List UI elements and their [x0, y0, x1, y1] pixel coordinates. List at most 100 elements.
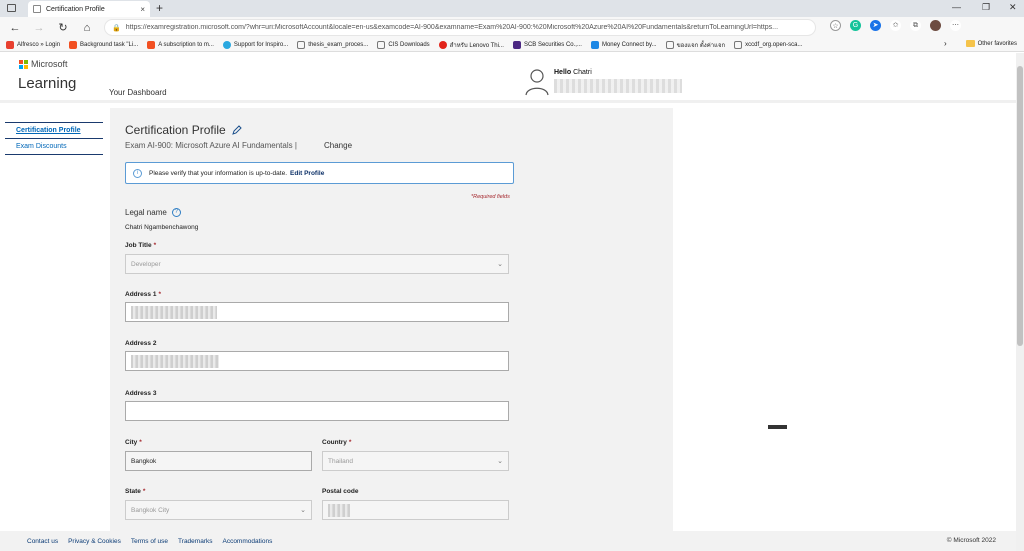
bookmark-item[interactable]: Money Connect by...: [590, 40, 657, 49]
edit-pencil-icon[interactable]: [231, 125, 242, 135]
extension-icon[interactable]: ➤: [870, 20, 881, 31]
bookmark-item[interactable]: Background task "Li...: [69, 40, 138, 49]
microsoft-logo-icon[interactable]: [19, 60, 28, 69]
address1-field[interactable]: [125, 302, 509, 322]
state-select[interactable]: Bangkok City ⌄: [125, 500, 312, 520]
postal-code-label: Postal code: [322, 488, 359, 495]
notice-text: Please verify that your information is u…: [149, 169, 288, 177]
learn-favicon-icon: [33, 5, 41, 13]
postal-code-redacted: [328, 503, 350, 517]
country-select[interactable]: Thailand ⌄: [322, 451, 509, 471]
address-bar[interactable]: 🔒 https://examregistration.microsoft.com…: [104, 19, 816, 36]
chevron-down-icon: ⌄: [497, 261, 503, 268]
dashboard-link[interactable]: Your Dashboard: [109, 88, 167, 97]
chevron-right-icon[interactable]: ›: [944, 39, 947, 48]
user-avatar-icon[interactable]: [525, 68, 549, 96]
info-icon: i: [133, 168, 142, 178]
address3-label: Address 3: [125, 390, 157, 397]
bookmarks-bar: Alfresco » Login Background task "Li... …: [0, 38, 1024, 52]
job-title-select[interactable]: Developer ⌄: [125, 254, 509, 274]
bookmark-item[interactable]: ของแจก ตั้งค่าแจก: [665, 40, 725, 50]
back-icon[interactable]: ←: [3, 22, 27, 34]
bookmark-item[interactable]: xccdf_org.open-sca...: [734, 40, 802, 49]
bookmark-favicon-icon: [6, 40, 14, 49]
minimize-icon[interactable]: —: [952, 2, 961, 12]
profile-form-card: Certification Profile Exam AI-900: Micro…: [110, 108, 673, 531]
side-navigation: Certification Profile Exam Discounts: [5, 122, 103, 155]
browser-toolbar: ← → ↻ ⌂ 🔒 https://examregistration.micro…: [0, 17, 1024, 38]
site-footer: Contact us Privacy & Cookies Terms of us…: [0, 531, 1016, 551]
bookmark-item[interactable]: Support for Inspiro...: [222, 40, 288, 49]
forward-icon[interactable]: →: [27, 22, 51, 34]
close-window-icon[interactable]: ✕: [1009, 2, 1017, 13]
footer-link-trademarks[interactable]: Trademarks: [178, 538, 212, 545]
tab-close-icon[interactable]: ×: [140, 5, 145, 14]
collections-icon[interactable]: ⧉: [910, 20, 921, 31]
greeting: Hello Chatri: [554, 69, 592, 76]
bookmark-favicon-icon: [665, 40, 674, 49]
bookmark-item[interactable]: SCB Securities Co.,...: [512, 40, 582, 49]
bookmark-item[interactable]: CIS Downloads: [377, 40, 430, 49]
bookmark-item[interactable]: สำหรับ Lenovo Thi...: [438, 40, 504, 50]
lock-icon: 🔒: [112, 24, 121, 32]
address1-label: Address 1 *: [125, 291, 161, 298]
address2-redacted: [131, 354, 219, 368]
more-menu-icon[interactable]: ⋯: [950, 20, 961, 31]
favorites-icon[interactable]: ✩: [890, 20, 901, 31]
postal-code-field[interactable]: [322, 500, 509, 520]
folder-icon: [965, 40, 975, 47]
browser-tab[interactable]: Certification Profile ×: [28, 1, 150, 17]
scroll-thumb[interactable]: [1017, 66, 1023, 346]
browser-titlebar: Certification Profile × + — ❐ ✕: [0, 0, 1024, 17]
bookmark-item[interactable]: A subscription to m...: [147, 40, 214, 49]
tab-title: Certification Profile: [46, 5, 105, 13]
new-tab-button[interactable]: +: [156, 1, 163, 15]
state-label: State *: [125, 488, 146, 495]
address1-redacted: [131, 305, 217, 319]
help-icon[interactable]: ?: [171, 208, 181, 217]
sidenav-item-certification-profile[interactable]: Certification Profile: [5, 122, 103, 139]
microsoft-brand[interactable]: Microsoft: [31, 59, 68, 69]
learning-title[interactable]: Learning: [18, 75, 76, 92]
url-text: https://examregistration.microsoft.com/?…: [125, 24, 779, 31]
favorites-star-icon[interactable]: ☆: [830, 20, 841, 31]
city-field[interactable]: Bangkok: [125, 451, 312, 471]
job-title-label: Job Title *: [125, 242, 157, 249]
country-label: Country *: [322, 439, 352, 446]
other-favorites[interactable]: Other favorites: [965, 40, 1017, 47]
bookmark-favicon-icon: [377, 40, 386, 49]
footer-link-terms[interactable]: Terms of use: [131, 538, 168, 545]
copyright: © Microsoft 2022: [946, 537, 996, 544]
legal-name-label: Legal name ?: [125, 208, 181, 217]
refresh-icon[interactable]: ↻: [51, 21, 75, 34]
footer-link-privacy[interactable]: Privacy & Cookies: [68, 538, 121, 545]
page-title-row: Certification Profile: [125, 123, 242, 137]
bookmark-favicon-icon: [590, 40, 599, 49]
verify-info-notice: i Please verify that your information is…: [125, 162, 514, 184]
exam-name: Exam AI-900: Microsoft Azure AI Fundamen…: [125, 141, 297, 150]
edit-profile-link[interactable]: Edit Profile: [290, 170, 324, 177]
tab-actions-icon[interactable]: [7, 4, 16, 12]
bookmark-favicon-icon: [222, 40, 231, 49]
bookmark-item[interactable]: Alfresco » Login: [6, 40, 60, 49]
bookmark-favicon-icon: [147, 40, 156, 49]
address3-field[interactable]: [125, 401, 509, 421]
chevron-down-icon: ⌄: [497, 458, 503, 465]
bookmark-item[interactable]: thesis_exam_proces...: [297, 40, 368, 49]
footer-link-contact[interactable]: Contact us: [27, 538, 58, 545]
grammarly-icon[interactable]: G: [850, 20, 861, 31]
restore-icon[interactable]: ❐: [982, 2, 990, 13]
legal-name-value: Chatri Ngambenchawong: [125, 224, 199, 231]
footer-link-accommodations[interactable]: Accommodations: [222, 538, 272, 545]
address2-field[interactable]: [125, 351, 509, 371]
home-icon[interactable]: ⌂: [75, 22, 99, 34]
change-exam-link[interactable]: Change: [324, 141, 352, 150]
extension-icons: ☆ G ➤ ✩ ⧉ ⋯: [830, 20, 961, 31]
bookmark-favicon-icon: [512, 40, 521, 49]
profile-avatar-icon[interactable]: [930, 20, 941, 31]
bookmark-favicon-icon: [734, 40, 743, 49]
required-fields-note: *Required fields: [471, 194, 510, 200]
chevron-down-icon: ⌄: [300, 507, 306, 514]
sidenav-item-exam-discounts[interactable]: Exam Discounts: [5, 139, 103, 155]
bookmark-favicon-icon: [69, 40, 78, 49]
